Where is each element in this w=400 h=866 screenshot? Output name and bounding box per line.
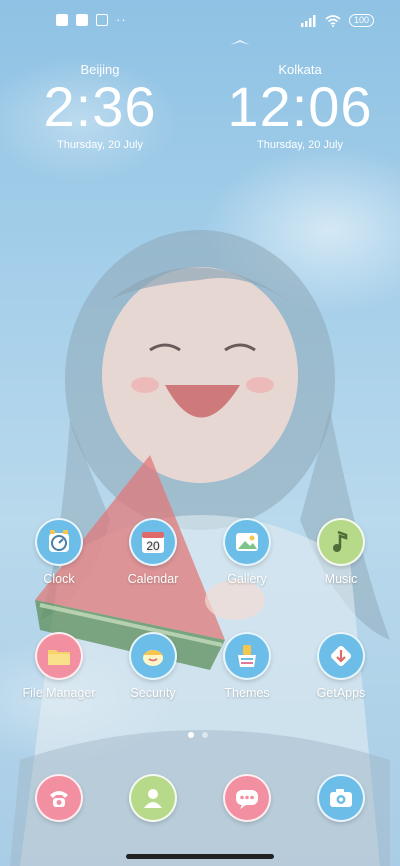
messages-icon [223,774,271,822]
app-label: Music [324,572,358,586]
dock-phone[interactable] [14,774,104,828]
square-icon [76,14,88,26]
page-dot[interactable] [202,732,208,738]
upload-icon [96,14,108,26]
music-icon [317,518,365,566]
clock-date: Thursday, 20 July [256,139,343,151]
app-security[interactable]: Security [108,632,198,700]
camera-icon [317,774,365,822]
app-getapps[interactable]: GetApps [296,632,386,700]
app-clock[interactable]: Clock [14,518,104,586]
app-gallery[interactable]: Gallery [202,518,292,586]
getapps-icon [317,632,365,680]
status-bar: ·· 100 [0,12,400,34]
signal-icon [300,14,316,27]
app-calendar[interactable]: 20 Calendar [108,518,198,586]
app-label: Clock [43,572,75,586]
folder-icon [35,632,83,680]
app-label: Calendar [127,572,179,586]
more-notifications-icon: ·· [116,12,127,27]
page-indicator [188,732,208,738]
calendar-icon: 20 [129,518,177,566]
clock-widget-right[interactable]: Kolkata 12:06 Thursday, 20 July [215,62,385,151]
app-themes[interactable]: Themes [202,632,292,700]
battery-indicator: 100 [348,14,374,27]
security-icon [129,632,177,680]
clock-widget-left[interactable]: Beijing 2:36 Thursday, 20 July [15,62,185,151]
phone-icon [35,774,83,822]
app-music[interactable]: Music [296,518,386,586]
gallery-icon [223,518,271,566]
contacts-icon [129,774,177,822]
themes-icon [223,632,271,680]
home-gesture-bar[interactable] [126,854,274,859]
dock-contacts[interactable] [108,774,198,828]
app-label: Security [130,686,176,700]
notification-app-icon [56,14,68,26]
clock-time: 2:36 [43,75,157,138]
status-bar-notifications: ·· [56,12,127,27]
app-label: Gallery [227,572,267,586]
dock-camera[interactable] [296,774,386,828]
page-dot-active [188,732,194,738]
clock-date: Thursday, 20 July [56,139,143,151]
status-bar-system: 100 [300,14,374,27]
svg-text:20: 20 [146,539,160,553]
dock-messages[interactable] [202,774,292,828]
app-label: Themes [224,686,270,700]
app-label: GetApps [316,686,366,700]
clock-icon [35,518,83,566]
app-file-manager[interactable]: File Manager [14,632,104,700]
wifi-icon [325,14,341,27]
app-label: File Manager [22,686,96,700]
clock-time: 12:06 [227,75,373,138]
